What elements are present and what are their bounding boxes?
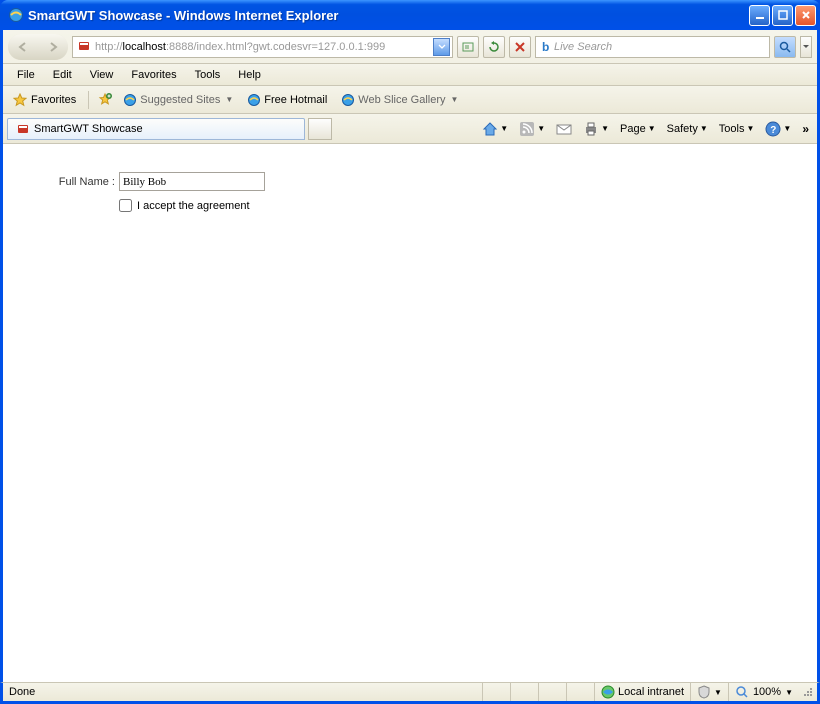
accept-row: I accept the agreement [119, 199, 797, 212]
navigation-bar: http://localhost:8888/index.html?gwt.cod… [3, 30, 817, 64]
tab-title: SmartGWT Showcase [34, 123, 143, 135]
bing-icon: b [540, 40, 554, 54]
intranet-icon [601, 685, 615, 699]
status-cell [538, 683, 566, 701]
menu-tools[interactable]: Tools [187, 67, 229, 83]
back-button[interactable] [8, 34, 38, 60]
address-bar[interactable]: http://localhost:8888/index.html?gwt.cod… [72, 36, 453, 58]
shield-icon [697, 685, 711, 699]
nav-arrows [8, 34, 68, 60]
resize-grip[interactable] [799, 688, 813, 697]
zoom-value: 100% [753, 686, 781, 698]
accept-checkbox[interactable] [119, 199, 132, 212]
form: Full Name : I accept the agreement [3, 144, 817, 232]
ie-small-icon [341, 93, 355, 107]
stop-button[interactable] [509, 36, 531, 58]
menu-edit[interactable]: Edit [45, 67, 80, 83]
chevron-down-icon: ▼ [601, 124, 609, 133]
chevron-down-icon: ▼ [537, 124, 545, 133]
zoom-control[interactable]: 100% ▼ [728, 683, 799, 701]
tab-icon [16, 122, 30, 136]
print-button[interactable]: ▼ [579, 119, 613, 139]
fullname-label: Full Name : [47, 176, 115, 188]
menu-favorites[interactable]: Favorites [123, 67, 184, 83]
add-favorite-icon[interactable] [97, 92, 113, 108]
help-button[interactable]: ? ▼ [761, 119, 795, 139]
forward-button[interactable] [38, 34, 68, 60]
chevron-down-icon: ▼ [648, 124, 656, 133]
address-dropdown[interactable] [433, 38, 450, 56]
compat-view-button[interactable] [457, 36, 479, 58]
home-icon [482, 121, 498, 137]
safety-menu[interactable]: Safety ▼ [663, 121, 712, 137]
browser-window: SmartGWT Showcase - Windows Internet Exp… [0, 0, 820, 704]
rss-icon [519, 121, 535, 137]
free-hotmail-link[interactable]: Free Hotmail [243, 91, 331, 109]
chevron-down-icon: ▼ [714, 688, 722, 697]
search-placeholder: Live Search [554, 41, 765, 53]
titlebar[interactable]: SmartGWT Showcase - Windows Internet Exp… [0, 0, 820, 30]
search-dropdown[interactable] [800, 36, 812, 58]
menu-file[interactable]: File [9, 67, 43, 83]
chevron-down-icon: ▼ [700, 124, 708, 133]
svg-text:b: b [542, 40, 549, 54]
fullname-row: Full Name : [47, 172, 797, 191]
status-cell [482, 683, 510, 701]
ie-small-icon [247, 93, 261, 107]
separator [88, 91, 89, 109]
search-box[interactable]: b Live Search [535, 36, 770, 58]
page-menu[interactable]: Page ▼ [616, 121, 660, 137]
print-icon [583, 121, 599, 137]
chevron-down-icon: ▼ [500, 124, 508, 133]
help-icon: ? [765, 121, 781, 137]
feeds-button[interactable]: ▼ [515, 119, 549, 139]
accept-label: I accept the agreement [137, 200, 250, 212]
mail-button[interactable] [552, 119, 576, 139]
menu-bar: File Edit View Favorites Tools Help [3, 64, 817, 86]
web-slice-link[interactable]: Web Slice Gallery ▼ [337, 91, 462, 109]
site-icon [77, 39, 93, 55]
security-zone[interactable]: Local intranet [594, 683, 690, 701]
close-button[interactable] [795, 5, 816, 26]
home-button[interactable]: ▼ [478, 119, 512, 139]
zoom-icon [735, 685, 749, 699]
chevron-down-icon: ▼ [225, 95, 233, 104]
ie-icon [8, 7, 24, 23]
status-cell [566, 683, 594, 701]
suggested-sites-link[interactable]: Suggested Sites ▼ [119, 91, 237, 109]
protected-mode[interactable]: ▼ [690, 683, 728, 701]
maximize-button[interactable] [772, 5, 793, 26]
status-bar: Done Local intranet ▼ 100% ▼ [0, 682, 820, 704]
svg-text:?: ? [771, 125, 777, 136]
search-go-button[interactable] [774, 36, 796, 58]
minimize-button[interactable] [749, 5, 770, 26]
mail-icon [556, 121, 572, 137]
menu-help[interactable]: Help [230, 67, 269, 83]
tab-smartgwt[interactable]: SmartGWT Showcase [7, 118, 305, 140]
new-tab-button[interactable] [308, 118, 332, 140]
chevron-down-icon: ▼ [785, 688, 793, 697]
fullname-input[interactable] [119, 172, 265, 191]
status-cell [510, 683, 538, 701]
chevron-down-icon: ▼ [746, 124, 754, 133]
content-area: Full Name : I accept the agreement [0, 144, 820, 682]
url-text: http://localhost:8888/index.html?gwt.cod… [95, 41, 433, 53]
titlebar-buttons [749, 5, 816, 26]
overflow-button[interactable]: » [798, 122, 813, 136]
star-icon [13, 93, 27, 107]
ie-small-icon [123, 93, 137, 107]
tools-menu[interactable]: Tools ▼ [715, 121, 759, 137]
favorites-bar: Favorites Suggested Sites ▼ Free Hotmail… [3, 86, 817, 114]
chevron-down-icon: ▼ [450, 95, 458, 104]
chevron-down-icon: ▼ [783, 124, 791, 133]
refresh-button[interactable] [483, 36, 505, 58]
menu-view[interactable]: View [82, 67, 122, 83]
tab-bar: SmartGWT Showcase ▼ ▼ ▼ Page ▼ [3, 114, 817, 144]
window-title: SmartGWT Showcase - Windows Internet Exp… [28, 8, 749, 23]
status-text: Done [7, 686, 482, 698]
favorites-button[interactable]: Favorites [9, 91, 80, 109]
